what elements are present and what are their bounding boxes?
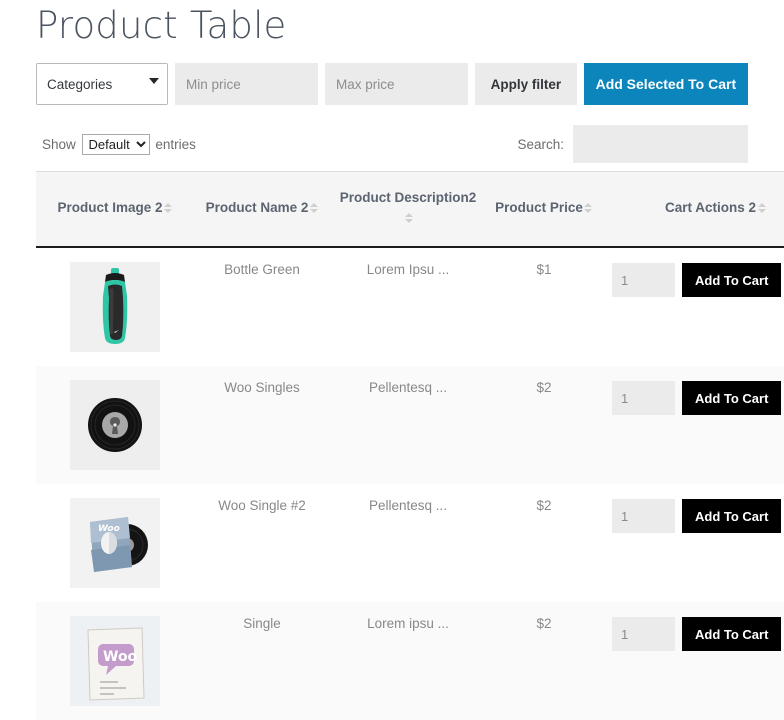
product-image-cell bbox=[36, 366, 194, 484]
product-name-cell: Woo Single #2 bbox=[194, 484, 330, 602]
search-input[interactable] bbox=[573, 125, 748, 163]
column-header-product-name[interactable]: Product Name 2 bbox=[194, 172, 330, 248]
sort-updown-icon bbox=[309, 203, 318, 213]
product-image-cell bbox=[36, 247, 194, 366]
add-to-cart-button[interactable]: Add To Cart bbox=[682, 381, 781, 415]
product-table: Product Image 2 Product Name 2 Product D… bbox=[36, 171, 784, 720]
column-header-cart-actions[interactable]: Cart Actions 2 bbox=[602, 172, 784, 248]
table-row: Woo Singles Pellentesq ... $2 Add To Car… bbox=[36, 366, 784, 484]
table-header-row: Product Image 2 Product Name 2 Product D… bbox=[36, 172, 784, 248]
product-image-single: Woo bbox=[70, 616, 160, 706]
product-price-cell: $2 bbox=[486, 366, 602, 484]
product-table-page: Product Table Categories Apply filter Ad… bbox=[0, 0, 784, 620]
filter-bar: Categories Apply filter Add Selected To … bbox=[36, 63, 748, 105]
product-image-woo-single-2: Woo bbox=[70, 498, 160, 588]
category-select-wrapper: Categories bbox=[36, 63, 168, 105]
column-header-label: Cart Actions 2 bbox=[665, 200, 756, 215]
quantity-input[interactable] bbox=[612, 381, 675, 415]
product-image-bottle-green bbox=[70, 262, 160, 352]
product-description-cell: Pellentesq ... bbox=[330, 366, 486, 484]
product-price-cell: $1 bbox=[486, 247, 602, 366]
cart-actions-cell: Add To Cart bbox=[602, 366, 784, 484]
product-price-cell: $2 bbox=[486, 484, 602, 602]
cart-actions-cell: Add To Cart bbox=[602, 247, 784, 366]
page-title: Product Table bbox=[36, 0, 748, 50]
table-row: Bottle Green Lorem Ipsu ... $1 Add To Ca… bbox=[36, 247, 784, 366]
column-header-label: Product Price bbox=[495, 200, 583, 215]
column-header-product-price[interactable]: Product Price bbox=[486, 172, 602, 248]
column-header-label: Product Name 2 bbox=[206, 200, 309, 215]
column-header-product-description[interactable]: Product Description2 bbox=[330, 172, 486, 248]
category-select[interactable]: Categories bbox=[36, 63, 168, 105]
apply-filter-button[interactable]: Apply filter bbox=[475, 63, 577, 105]
column-header-product-image[interactable]: Product Image 2 bbox=[36, 172, 194, 248]
quantity-input[interactable] bbox=[612, 617, 675, 651]
entries-length-control: Show Default entries bbox=[42, 134, 196, 155]
cart-actions-cell: Add To Cart bbox=[602, 484, 784, 602]
svg-text:Woo: Woo bbox=[98, 524, 120, 534]
product-name-cell: Woo Singles bbox=[194, 366, 330, 484]
add-to-cart-button[interactable]: Add To Cart bbox=[682, 499, 781, 533]
show-label: Show bbox=[42, 137, 76, 152]
column-header-label: Product Image 2 bbox=[57, 200, 162, 215]
entries-label: entries bbox=[155, 137, 196, 152]
search-control: Search: bbox=[517, 125, 748, 163]
add-to-cart-button[interactable]: Add To Cart bbox=[682, 263, 781, 297]
product-description-cell: Pellentesq ... bbox=[330, 484, 486, 602]
sort-updown-icon bbox=[584, 203, 593, 213]
product-table-body: Bottle Green Lorem Ipsu ... $1 Add To Ca… bbox=[36, 247, 784, 720]
product-description-cell: Lorem Ipsu ... bbox=[330, 247, 486, 366]
search-label: Search: bbox=[517, 137, 564, 152]
product-image-cell: Woo bbox=[36, 484, 194, 602]
table-controls: Show Default entries Search: bbox=[36, 125, 748, 171]
max-price-input[interactable] bbox=[325, 63, 468, 105]
table-row: Woo Woo Single #2 Pellentesq ... $2 Add … bbox=[36, 484, 784, 602]
sort-updown-icon bbox=[404, 213, 413, 223]
product-table-head: Product Image 2 Product Name 2 Product D… bbox=[36, 172, 784, 248]
sort-updown-icon bbox=[164, 203, 173, 213]
product-image-woo-singles bbox=[70, 380, 160, 470]
sort-updown-icon bbox=[757, 203, 766, 213]
min-price-input[interactable] bbox=[175, 63, 318, 105]
quantity-input[interactable] bbox=[612, 263, 675, 297]
svg-text:Woo: Woo bbox=[103, 649, 138, 665]
quantity-input[interactable] bbox=[612, 499, 675, 533]
column-header-label: Product Description2 bbox=[340, 190, 477, 205]
add-selected-to-cart-button[interactable]: Add Selected To Cart bbox=[584, 63, 748, 105]
product-name-cell: Bottle Green bbox=[194, 247, 330, 366]
add-to-cart-button[interactable]: Add To Cart bbox=[682, 617, 781, 651]
entries-length-select[interactable]: Default bbox=[82, 134, 150, 155]
